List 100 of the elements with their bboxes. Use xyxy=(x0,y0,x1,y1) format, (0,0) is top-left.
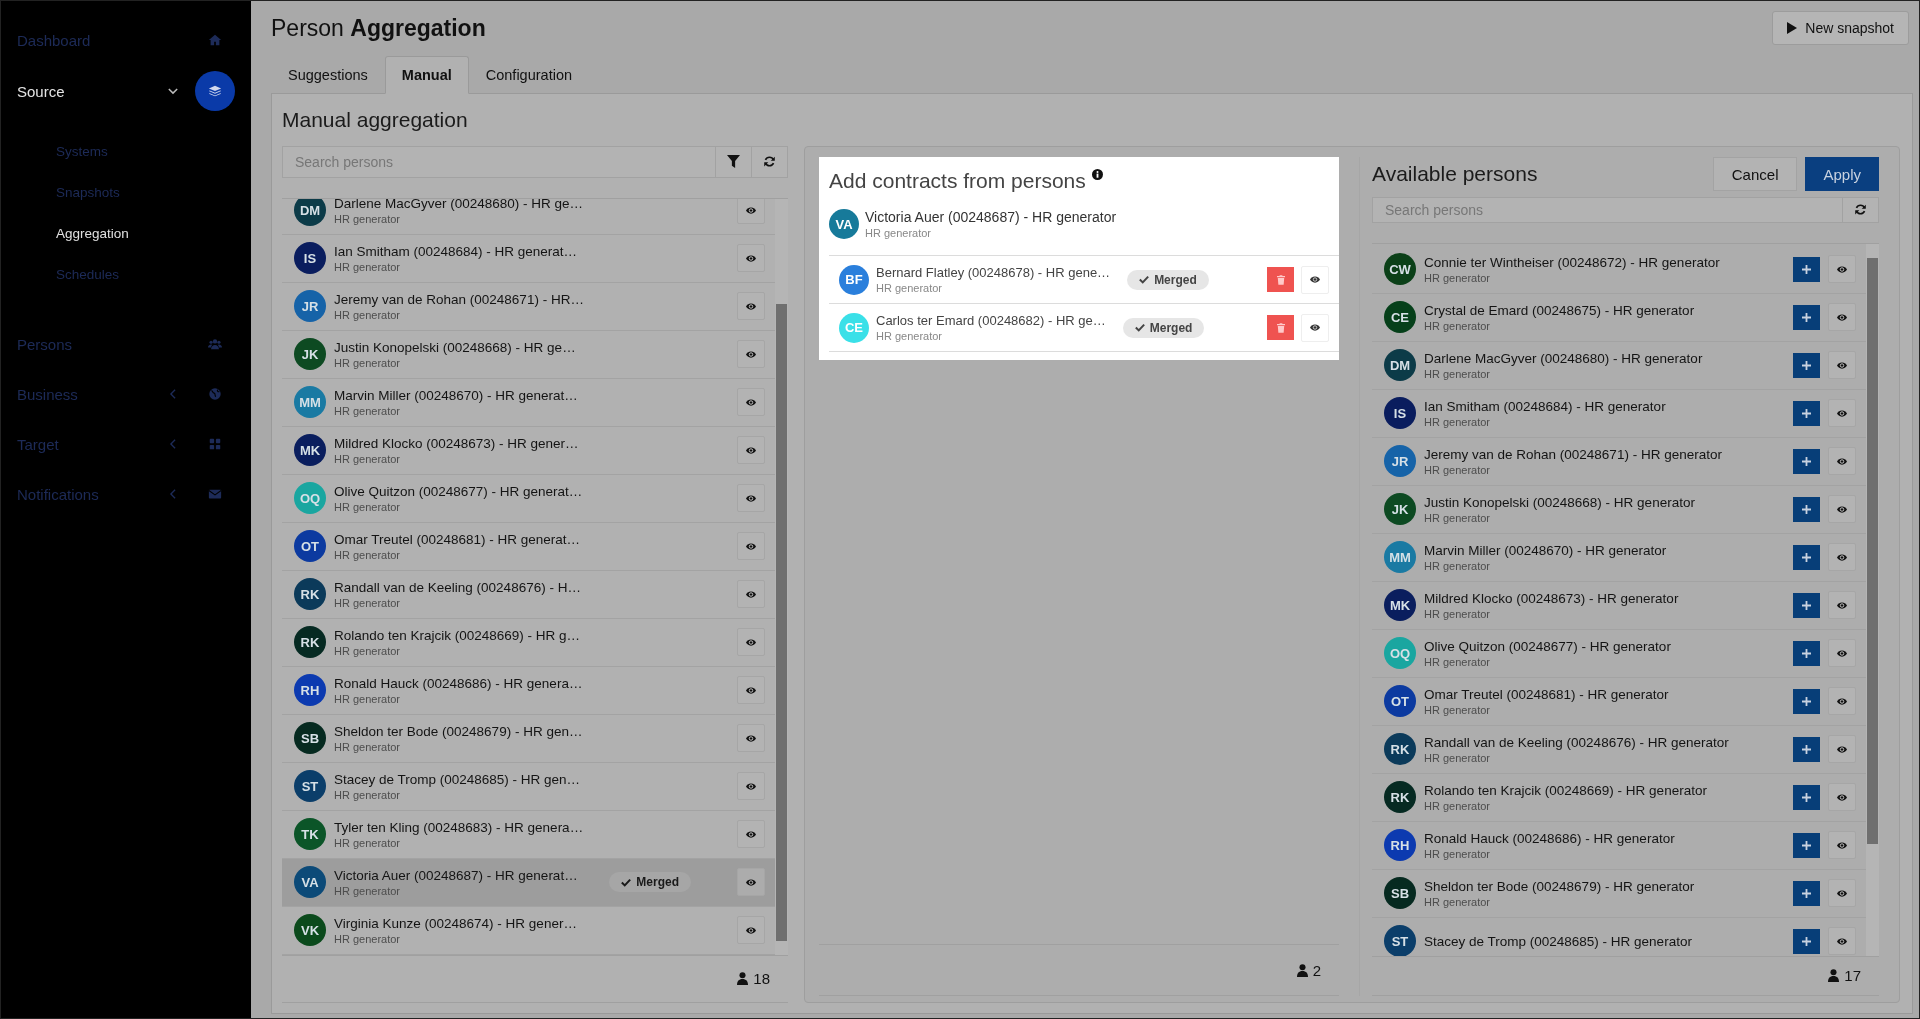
avatar: ST xyxy=(294,770,326,803)
add-button[interactable] xyxy=(1793,736,1820,762)
person-name: Darlene MacGyver (00248680) - HR ge… xyxy=(334,198,585,211)
person-row[interactable]: SB Sheldon ter Bode (00248679) - HR gen… HR generator xyxy=(282,714,775,763)
view-button[interactable] xyxy=(737,292,765,321)
person-row[interactable]: MM Marvin Miller (00248670) - HR generat… HR generator xyxy=(282,378,775,427)
view-button[interactable] xyxy=(737,340,765,369)
add-button[interactable] xyxy=(1793,688,1820,714)
view-button[interactable] xyxy=(737,532,765,561)
person-source: HR generator xyxy=(334,548,402,561)
avatar: BF xyxy=(839,264,869,295)
person-row[interactable]: RK Randall van de Keeling (00248676) - H… HR generator xyxy=(282,570,775,619)
person-row[interactable]: IS Ian Smitham (00248684) - HR generat… HR generator xyxy=(282,234,775,283)
plus-icon xyxy=(1802,744,1811,754)
view-button[interactable] xyxy=(737,916,765,945)
person-row[interactable]: ST Stacey de Tromp (00248685) - HR gen… HR generator xyxy=(282,762,775,811)
add-button[interactable] xyxy=(1793,496,1820,522)
person-row[interactable]: JR Jeremy van de Rohan (00248671) - HR… HR generator xyxy=(282,282,775,331)
add-button[interactable] xyxy=(1793,400,1820,426)
add-button[interactable] xyxy=(1793,592,1820,618)
avatar: RH xyxy=(294,674,326,707)
view-button[interactable] xyxy=(737,198,765,225)
view-button[interactable] xyxy=(1828,399,1856,428)
view-button[interactable] xyxy=(1828,303,1856,332)
person-row[interactable]: OQ Olive Quitzon (00248677) - HR generat… HR generator xyxy=(282,474,775,523)
tab[interactable]: Configuration xyxy=(468,56,589,94)
cancel-button[interactable]: Cancel xyxy=(1712,157,1798,191)
add-button[interactable] xyxy=(1793,448,1820,474)
scrollbar[interactable] xyxy=(1866,243,1879,956)
view-button[interactable] xyxy=(1828,351,1856,380)
refresh-button[interactable] xyxy=(752,146,788,178)
view-button[interactable] xyxy=(737,580,765,609)
person-row[interactable]: VK Virginia Kunze (00248674) - HR gener… HR generator xyxy=(282,906,775,955)
search-field[interactable]: Search persons xyxy=(282,146,716,178)
add-button[interactable] xyxy=(1793,304,1820,330)
person-row[interactable]: OT Omar Treutel (00248681) - HR generat… HR generator xyxy=(282,522,775,571)
view-button[interactable] xyxy=(1828,687,1856,716)
plus-icon xyxy=(1802,504,1811,514)
avatar: RK xyxy=(294,626,326,659)
view-button[interactable] xyxy=(1828,831,1856,860)
layers-icon xyxy=(208,84,222,98)
add-button[interactable] xyxy=(1793,880,1820,906)
view-button[interactable] xyxy=(1828,447,1856,476)
view-button[interactable] xyxy=(1828,879,1856,908)
view-button[interactable] xyxy=(1828,927,1856,956)
view-button[interactable] xyxy=(737,868,765,897)
sidebar-subitem[interactable]: Aggregation xyxy=(1,213,251,254)
section-title: Manual aggregation xyxy=(282,107,469,133)
person-row[interactable]: RK Rolando ten Krajcik (00248669) - HR g… HR generator xyxy=(282,618,775,667)
view-button[interactable] xyxy=(737,628,765,657)
person-source: HR generator xyxy=(1424,799,1492,812)
view-button[interactable] xyxy=(737,772,765,801)
scrollbar[interactable] xyxy=(775,198,788,955)
person-name: Victoria Auer (00248687) - HR generat… xyxy=(334,867,579,883)
person-row[interactable]: TK Tyler ten Kling (00248683) - HR genera… HR generator xyxy=(282,810,775,859)
tab[interactable]: Manual xyxy=(384,56,469,94)
view-button[interactable] xyxy=(1828,543,1856,572)
filter-button[interactable] xyxy=(716,146,752,178)
sidebar-item[interactable]: Source xyxy=(1,65,251,117)
person-row[interactable]: VA Victoria Auer (00248687) - HR generat… HR generator Merged xyxy=(282,858,775,907)
view-button[interactable] xyxy=(737,676,765,705)
view-button[interactable] xyxy=(1828,591,1856,620)
view-button[interactable] xyxy=(737,436,765,465)
add-button[interactable] xyxy=(1793,640,1820,666)
view-button[interactable] xyxy=(737,820,765,849)
new-snapshot-button[interactable]: New snapshot xyxy=(1772,11,1909,45)
add-button[interactable] xyxy=(1793,256,1820,282)
view-button[interactable] xyxy=(1828,495,1856,524)
add-button[interactable] xyxy=(1793,544,1820,570)
refresh-button[interactable] xyxy=(1843,197,1879,223)
view-button[interactable] xyxy=(737,484,765,513)
view-button[interactable] xyxy=(737,724,765,753)
person-source: HR generator xyxy=(334,308,402,321)
view-button[interactable] xyxy=(737,244,765,273)
person-name: Ronald Hauck (00248686) - HR generator xyxy=(1424,830,1676,846)
person-row[interactable]: MK Mildred Klocko (00248673) - HR gener… HR generator xyxy=(282,426,775,475)
view-button[interactable] xyxy=(1828,783,1856,812)
add-button[interactable] xyxy=(1793,928,1820,954)
person-name: Crystal de Emard (00248675) - HR generator xyxy=(1424,302,1696,318)
eye-icon xyxy=(1837,409,1847,417)
avatar: RK xyxy=(1384,781,1416,814)
add-button[interactable] xyxy=(1793,832,1820,858)
person-row[interactable]: JK Justin Konopelski (00248668) - HR ge… HR generator xyxy=(282,330,775,379)
view-button[interactable] xyxy=(1828,735,1856,764)
plus-icon xyxy=(1802,888,1811,898)
avatar: RK xyxy=(1384,733,1416,766)
search-field[interactable]: Search persons xyxy=(1372,197,1843,223)
add-button[interactable] xyxy=(1793,352,1820,378)
apply-button[interactable]: Apply xyxy=(1805,157,1879,191)
view-button[interactable] xyxy=(1828,255,1856,284)
view-button[interactable] xyxy=(737,388,765,417)
eye-icon xyxy=(1837,265,1847,273)
view-button[interactable] xyxy=(1828,639,1856,668)
person-row[interactable]: DM Darlene MacGyver (00248680) - HR ge… HR generator xyxy=(282,198,775,235)
avatar: OT xyxy=(1384,685,1416,718)
add-button[interactable] xyxy=(1793,784,1820,810)
tab[interactable]: Suggestions xyxy=(271,56,385,94)
person-row[interactable]: RH Ronald Hauck (00248686) - HR genera… HR generator xyxy=(282,666,775,715)
person-source: HR generator xyxy=(334,884,402,897)
filter-icon xyxy=(727,155,740,169)
